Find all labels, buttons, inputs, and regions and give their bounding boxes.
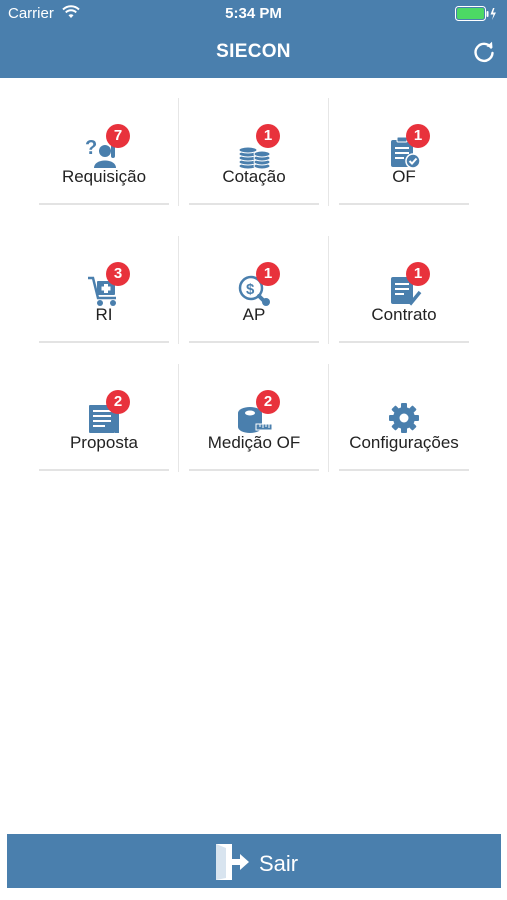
menu-item-label: Requisição: [61, 167, 147, 186]
divider: [39, 341, 169, 343]
menu-item-label: Proposta: [69, 433, 139, 452]
divider: [189, 341, 319, 343]
menu-item-ap[interactable]: $ 1 AP: [179, 216, 329, 344]
divider: [339, 469, 469, 471]
menu-item-label: Cotação: [222, 167, 286, 186]
divider: [39, 469, 169, 471]
gear-icon: [384, 396, 424, 436]
notification-badge: 1: [256, 262, 280, 286]
divider: [189, 203, 319, 205]
divider: [189, 469, 319, 471]
menu-item-label: Contrato: [371, 305, 437, 324]
notification-badge: 1: [256, 124, 280, 148]
menu-item-label: OF: [392, 167, 416, 186]
notification-badge: 7: [106, 124, 130, 148]
svg-text:$: $: [246, 281, 255, 298]
menu-item-ri[interactable]: 3 RI: [29, 216, 179, 344]
notification-badge: 1: [406, 262, 430, 286]
menu-item-requisicao[interactable]: ? 7 Requisição: [29, 78, 179, 206]
svg-text:?: ?: [85, 137, 97, 159]
status-bar: Carrier 5:34 PM: [0, 0, 507, 28]
menu-item-label: AP: [242, 305, 266, 324]
battery-icon: [455, 6, 497, 26]
menu-item-of[interactable]: 1 OF: [329, 78, 479, 205]
clock: 5:34 PM: [225, 5, 282, 22]
exit-door-icon: [212, 842, 252, 882]
menu-item-label: Configurações: [349, 433, 459, 452]
menu-item-configuracoes[interactable]: Configurações: [329, 344, 479, 471]
menu-item-proposta[interactable]: 2 Proposta: [29, 344, 179, 472]
notification-badge: 2: [106, 390, 130, 414]
divider: [339, 341, 469, 343]
divider: [39, 203, 169, 205]
refresh-icon[interactable]: [471, 39, 497, 65]
menu-item-contrato[interactable]: 1 Contrato: [329, 216, 479, 343]
exit-button-label: Sair: [259, 851, 299, 876]
menu-item-label: RI: [95, 305, 113, 324]
notification-badge: 3: [106, 262, 130, 286]
menu-item-label: Medição OF: [207, 433, 301, 452]
page-title: SIECON: [216, 41, 291, 62]
navigation-bar: SIECON: [0, 28, 507, 78]
notification-badge: 1: [406, 124, 430, 148]
menu-item-medicao-of[interactable]: 2 Medição OF: [179, 344, 329, 472]
menu-item-cotacao[interactable]: 1 Cotação: [179, 78, 329, 206]
exit-button[interactable]: Sair: [7, 834, 501, 888]
notification-badge: 2: [256, 390, 280, 414]
divider: [339, 203, 469, 205]
